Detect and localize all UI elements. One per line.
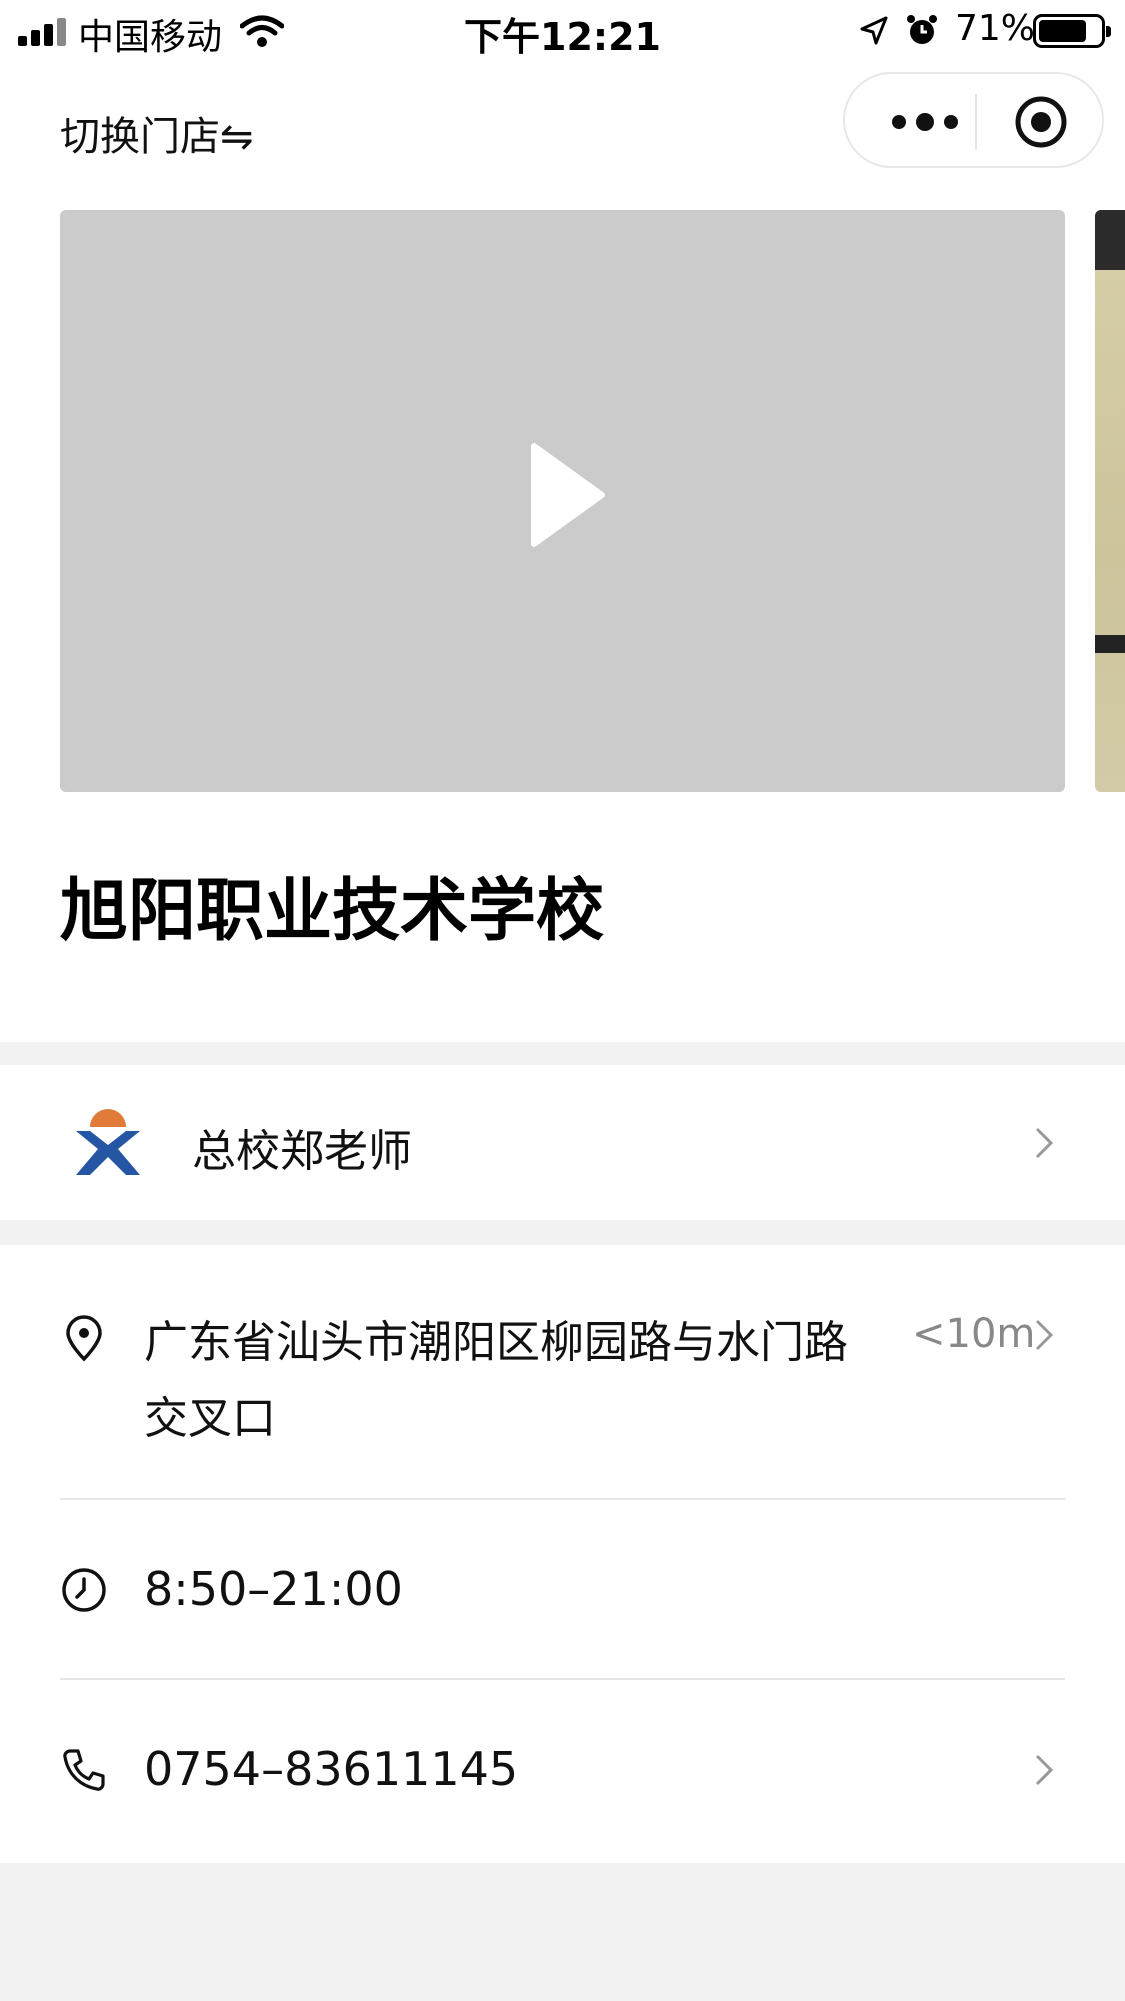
top-bar: 切换门店⇋ (0, 62, 1125, 190)
close-target-icon[interactable] (1013, 94, 1069, 150)
address-text: 广东省汕头市潮阳区柳园路与水门路交叉口 (144, 1317, 848, 1444)
store-video[interactable] (60, 210, 1065, 792)
capsule-divider (975, 94, 977, 150)
phone-text: 0754–83611145 (144, 1742, 519, 1796)
contact-name: 总校郑老师 (192, 1126, 412, 1177)
store-photo-next[interactable] (1095, 210, 1125, 792)
hours-row: 8:50–21:00 (0, 1500, 1125, 1680)
alarm-icon (907, 15, 937, 44)
location-pin-icon (66, 1315, 102, 1362)
store-info-card: 广东省汕头市潮阳区柳园路与水门路交叉口 <10m 8:50–21:00 0754… (0, 1245, 1125, 1863)
status-bar: 中国移动 下午12:21 71% (0, 0, 1125, 62)
more-icon[interactable] (885, 104, 965, 140)
mini-program-capsule (843, 72, 1104, 168)
chevron-right-icon[interactable] (1033, 1317, 1055, 1353)
play-icon[interactable] (528, 440, 608, 550)
contact-row[interactable]: 总校郑老师 (0, 1065, 1125, 1220)
location-arrow-icon (860, 16, 888, 45)
chevron-right-icon[interactable] (1033, 1752, 1055, 1788)
switch-store-link[interactable]: 切换门店⇋ (60, 104, 254, 162)
phone-icon (63, 1749, 105, 1791)
distance-label: <10m (912, 1311, 1036, 1357)
chevron-right-icon[interactable] (1033, 1125, 1055, 1161)
battery-icon (1033, 14, 1111, 48)
clock-icon (62, 1568, 106, 1612)
battery-percent: 71% (955, 8, 1036, 49)
address-row[interactable]: 广东省汕头市潮阳区柳园路与水门路交叉口 <10m (0, 1245, 1125, 1500)
avatar (76, 1109, 140, 1175)
phone-row[interactable]: 0754–83611145 (0, 1680, 1125, 1863)
hours-text: 8:50–21:00 (144, 1562, 403, 1616)
store-title: 旭阳职业技术学校 (60, 872, 605, 951)
store-hero: 旭阳职业技术学校 (0, 190, 1125, 1042)
